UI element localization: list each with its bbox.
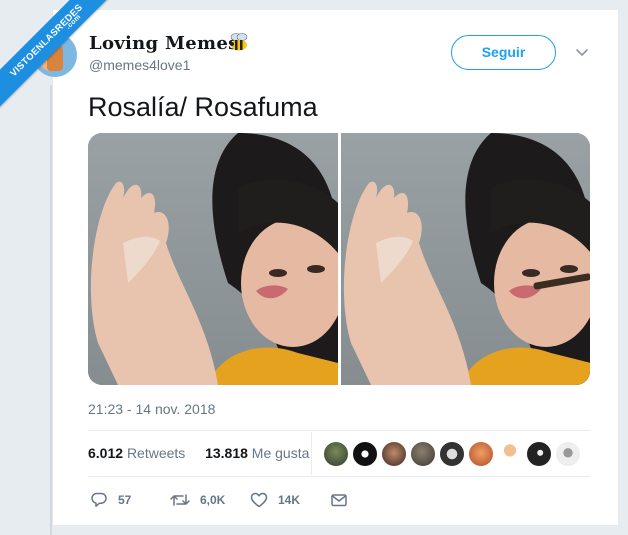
- liker-avatar[interactable]: [381, 441, 407, 467]
- liker-avatar[interactable]: [352, 441, 378, 467]
- retweets-count[interactable]: 6.012: [88, 445, 123, 461]
- liker-avatar[interactable]: [468, 441, 494, 467]
- liker-avatar[interactable]: [555, 441, 581, 467]
- reply-count: 57: [118, 493, 132, 507]
- author-name[interactable]: Loving Memes: [89, 33, 239, 54]
- liker-avatar[interactable]: [439, 441, 465, 467]
- photo-right-illustration: [343, 133, 590, 385]
- reply-action[interactable]: 57: [90, 490, 131, 510]
- tweet-media[interactable]: [88, 133, 590, 385]
- retweet-action-count: 6,0K: [200, 493, 226, 507]
- engagement-stats: 6.012 Retweets 13.818 Me gusta: [88, 445, 309, 461]
- divider-bottom: [88, 476, 590, 477]
- likes-count[interactable]: 13.818: [205, 445, 248, 461]
- liker-avatar[interactable]: [526, 441, 552, 467]
- likes-label[interactable]: Me gusta: [252, 445, 310, 461]
- photo-right[interactable]: [341, 133, 590, 385]
- envelope-icon: [331, 494, 347, 507]
- retweets-label[interactable]: Retweets: [127, 445, 185, 461]
- retweet-action[interactable]: 6,0K: [170, 490, 225, 510]
- tweet-text: Rosalía/ Rosafuma: [88, 92, 318, 122]
- liker-avatar[interactable]: [323, 441, 349, 467]
- author-handle[interactable]: @memes4love1: [89, 57, 190, 73]
- photo-left[interactable]: [88, 133, 338, 385]
- bee-icon: [230, 33, 248, 51]
- chevron-down-icon[interactable]: [574, 44, 590, 60]
- photo-left-illustration: [90, 133, 338, 385]
- like-action-count: 14K: [278, 493, 301, 507]
- follow-button[interactable]: Seguir: [451, 35, 556, 70]
- tweet-actions: 57 6,0K 14K: [88, 490, 388, 510]
- message-action[interactable]: [330, 490, 358, 510]
- heart-icon: [250, 492, 268, 508]
- like-action[interactable]: 14K: [250, 490, 300, 510]
- liker-avatar[interactable]: [497, 441, 523, 467]
- retweet-icon: [170, 494, 190, 506]
- reply-icon: [91, 492, 107, 507]
- divider-top: [88, 430, 590, 431]
- tweet-timestamp[interactable]: 21:23 - 14 nov. 2018: [88, 401, 215, 417]
- screenshot-frame: VISTOENLASREDES .com Loving Memes @memes…: [0, 0, 628, 535]
- liker-avatar[interactable]: [410, 441, 436, 467]
- stats-separator: [311, 432, 312, 475]
